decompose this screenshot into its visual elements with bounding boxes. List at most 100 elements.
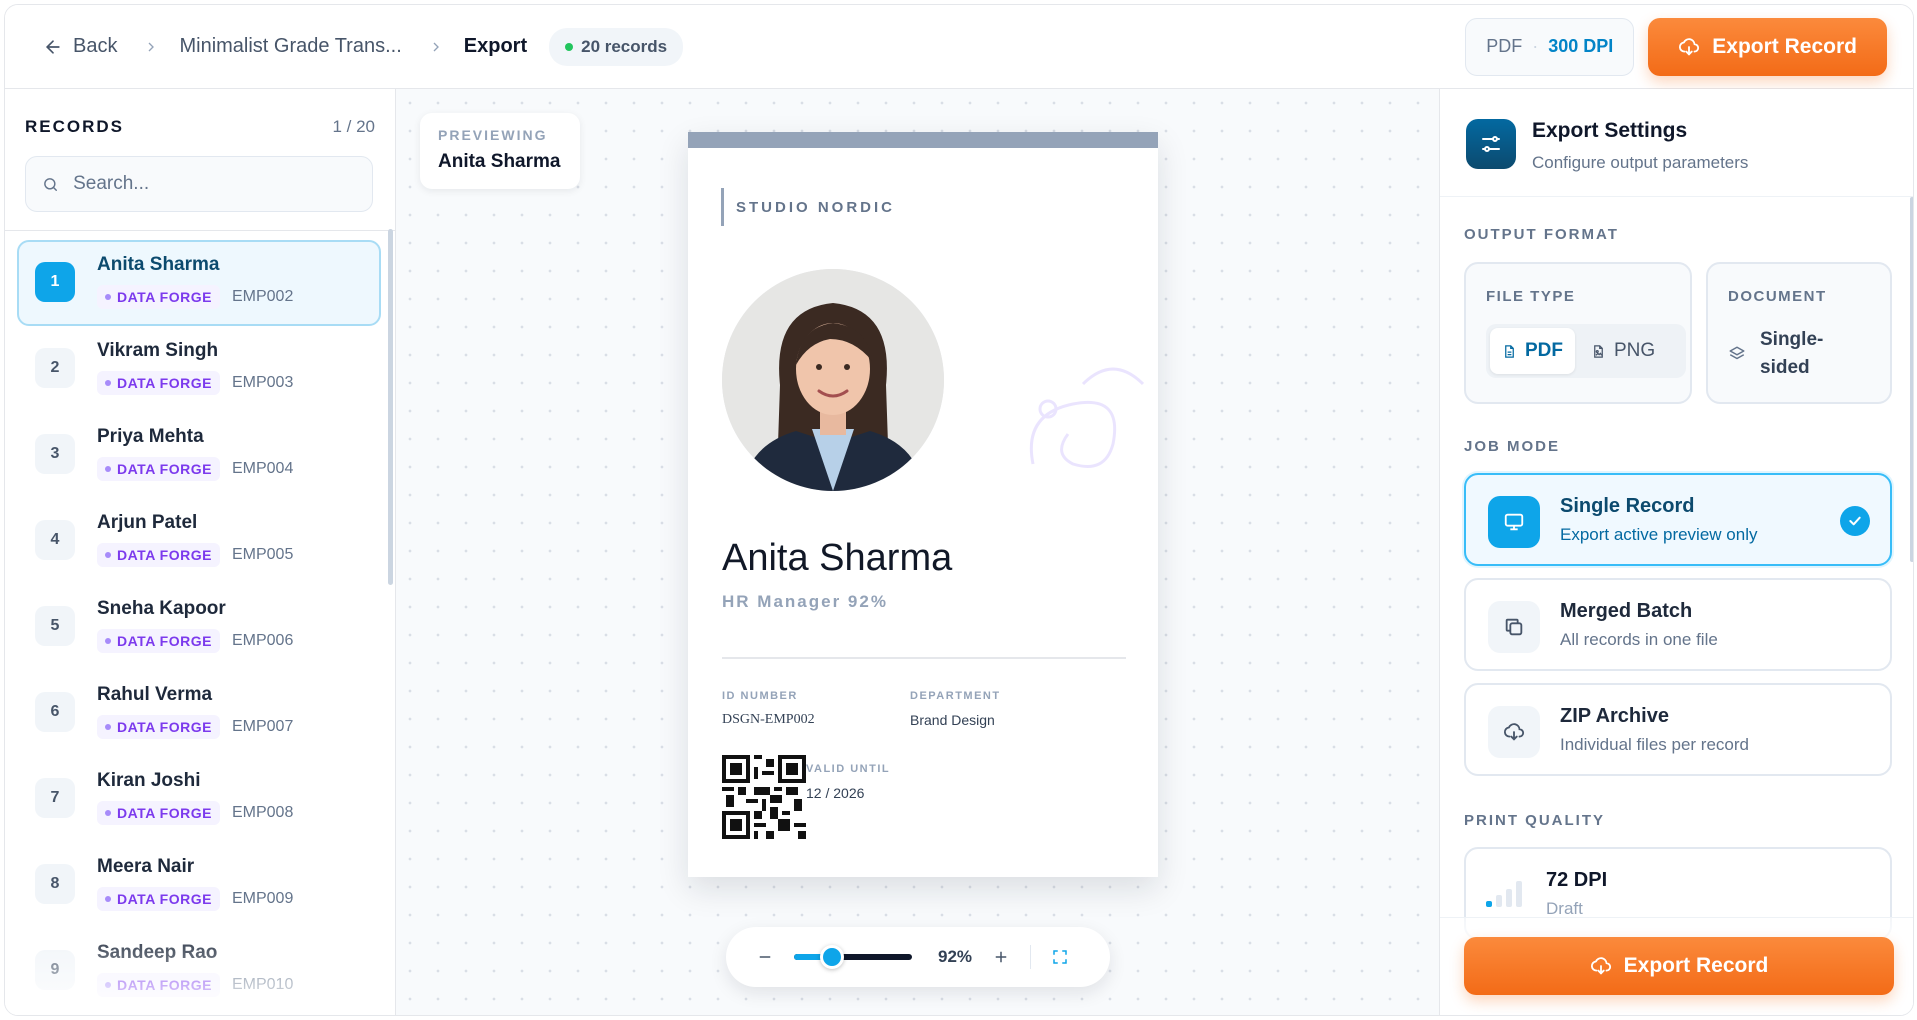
settings-scrollbar[interactable] [1910,197,1913,562]
record-tag: DATA FORGE [97,371,220,395]
record-name: Priya Mehta [97,426,204,447]
sidebar-scrollbar[interactable] [388,229,393,585]
record-tag: DATA FORGE [97,285,220,309]
mode-subtitle: Individual files per record [1560,735,1749,754]
card-valid-label: VALID UNTIL [806,763,891,775]
file-text-icon [1505,344,1514,358]
list-item[interactable]: 7 Kiran Joshi DATA FORGE EMP008 [17,756,381,842]
quality-title: 72 DPI [1546,869,1608,891]
zoom-slider[interactable] [794,945,912,969]
file-type-png[interactable]: PNG [1579,328,1667,374]
record-number: 2 [35,348,75,388]
mode-single-record[interactable]: Single Record Export active preview only [1464,473,1892,566]
list-item[interactable]: 1 Anita Sharma DATA FORGE EMP002 [17,240,381,326]
zoom-slider-thumb[interactable] [819,945,844,969]
format-dpi: 300 DPI [1548,36,1614,56]
card-id-label: ID NUMBER [722,690,798,702]
list-item[interactable]: 3 Priya Mehta DATA FORGE EMP004 [17,412,381,498]
mode-zip-archive[interactable]: ZIP Archive Individual files per record [1464,683,1892,776]
record-emp-id: EMP004 [231,460,294,477]
records-count-label: 20 records [581,36,668,56]
record-name: Meera Nair [97,856,195,877]
record-emp-id: EMP007 [231,718,294,735]
qr-code-icon [722,755,806,839]
record-name: Rahul Verma [97,684,213,705]
search-icon [44,177,57,191]
back-button[interactable]: Back [43,35,117,58]
top-bar: Back Minimalist Grade Trans... Export 20… [5,5,1913,89]
export-record-footer-button[interactable]: Export Record [1464,937,1894,995]
format-separator: · [1532,36,1539,56]
minus-icon [759,956,771,958]
list-item[interactable]: 5 Sneha Kapoor DATA FORGE EMP006 [17,584,381,670]
output-format-label: OUTPUT FORMAT [1464,226,1619,243]
card-id-value: DSGN-EMP002 [722,712,815,727]
card-dept-label: DEPARTMENT [910,690,1001,702]
record-emp-id: EMP002 [231,288,294,305]
file-image-icon [1594,344,1603,358]
record-tag: DATA FORGE [97,715,220,739]
records-count-badge: 20 records [549,27,684,66]
record-number: 5 [35,606,75,646]
list-item[interactable]: 6 Rahul Verma DATA FORGE EMP007 [17,670,381,756]
record-number: 8 [35,864,75,904]
format-type: PDF [1486,36,1523,56]
document-label: DOCUMENT [1728,288,1827,305]
record-tag: DATA FORGE [97,973,220,997]
previewing-name: Anita Sharma [438,151,561,172]
mode-merged-batch[interactable]: Merged Batch All records in one file [1464,578,1892,671]
document-box[interactable]: DOCUMENT Single-sided [1706,262,1892,404]
breadcrumb-current: Export [463,35,528,57]
export-record-label: Export Record [1623,954,1769,977]
record-number: 7 [35,778,75,818]
record-tag: DATA FORGE [97,801,220,825]
records-title: RECORDS [25,117,125,136]
file-type-label: FILE TYPE [1486,288,1576,305]
settings-subtitle: Configure output parameters [1532,153,1749,172]
record-name: Vikram Singh [97,340,219,361]
record-name: Kiran Joshi [97,770,201,791]
sliders-icon [1466,119,1516,169]
previewing-label: PREVIEWING [438,127,548,143]
record-number: 6 [35,692,75,732]
record-emp-id: EMP008 [231,804,294,821]
record-emp-id: EMP005 [231,546,294,563]
cloud-download-icon [1679,37,1700,55]
mode-title: Single Record [1560,495,1695,517]
chevron-right-icon [428,39,444,55]
back-label: Back [73,35,118,57]
card-dept-value: Brand Design [910,712,995,728]
record-number: 3 [35,434,75,474]
mode-subtitle: All records in one file [1560,630,1718,649]
card-top-band [688,132,1158,148]
export-record-button[interactable]: Export Record [1648,17,1887,76]
search-box[interactable] [25,156,373,212]
card-name: Anita Sharma [722,537,953,579]
fit-screen-button[interactable] [1049,946,1071,968]
zoom-in-button[interactable] [990,946,1012,968]
list-item[interactable]: 2 Vikram Singh DATA FORGE EMP003 [17,326,381,412]
zoom-out-button[interactable] [754,946,776,968]
zoom-separator [1030,945,1032,969]
document-value: Single-sided [1760,329,1824,378]
list-item[interactable]: 8 Meera Nair DATA FORGE EMP009 [17,842,381,928]
format-chip[interactable]: PDF · 300 DPI [1465,17,1635,76]
file-type-pdf[interactable]: PDF [1490,328,1575,374]
cloud-download-icon [1590,957,1611,975]
breadcrumb-template[interactable]: Minimalist Grade Trans... [179,35,401,58]
list-item[interactable]: 4 Arjun Patel DATA FORGE EMP005 [17,498,381,584]
card-valid-value: 12 / 2026 [806,785,865,801]
record-emp-id: EMP009 [231,890,294,907]
layers-icon [1729,346,1745,360]
record-tag: DATA FORGE [97,543,220,567]
search-input[interactable] [73,173,356,195]
file-type-toggle: PDF PNG [1486,324,1686,378]
check-icon [1840,506,1870,536]
record-tag: DATA FORGE [97,457,220,481]
record-emp-id: EMP010 [231,976,294,993]
plus-icon [995,951,1007,963]
chevron-right-icon [143,39,159,55]
card-studio: STUDIO NORDIC [721,188,895,226]
list-item[interactable]: 9 Sandeep Rao DATA FORGE EMP010 [17,928,381,1014]
export-settings-panel: Export Settings Configure output paramet… [1439,89,1913,1015]
